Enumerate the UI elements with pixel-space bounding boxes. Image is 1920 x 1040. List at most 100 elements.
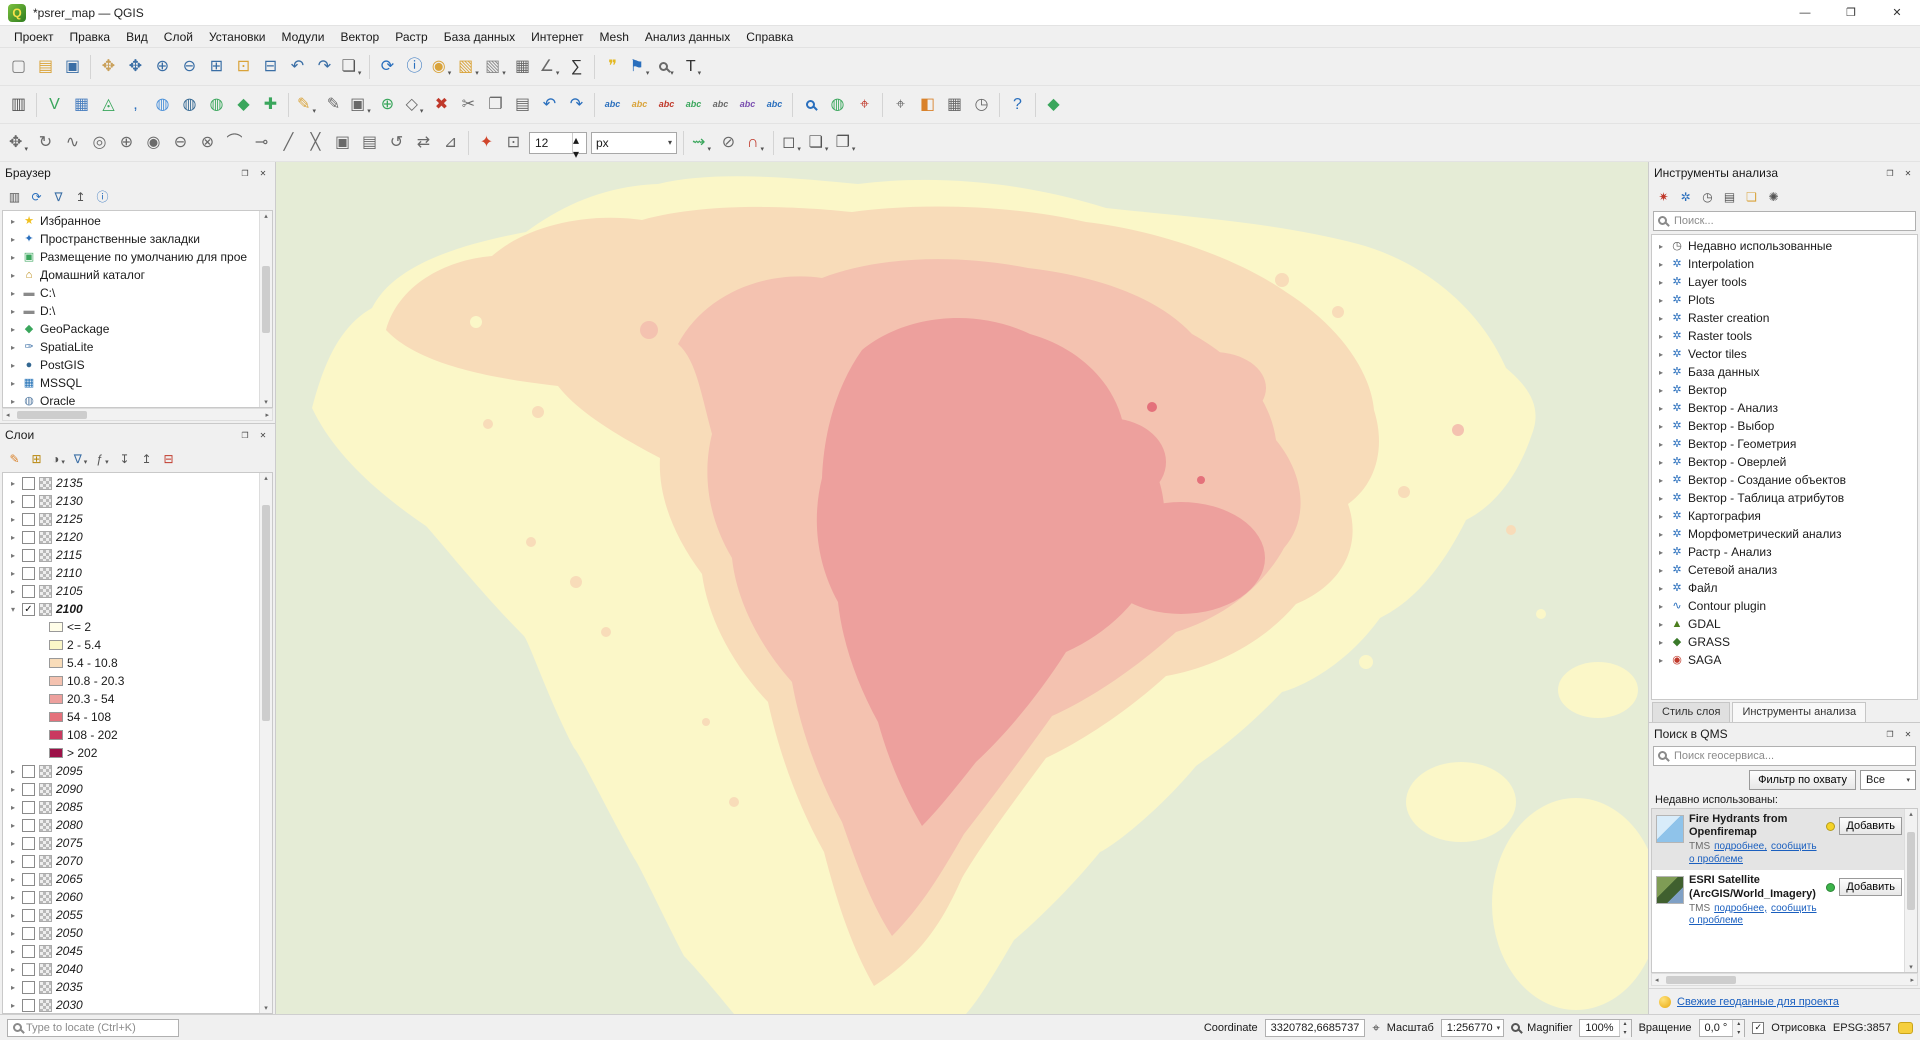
chevron-right-icon[interactable]: ▸ — [1656, 386, 1666, 395]
qms-hscrollbar[interactable]: ◂ ▸ — [1651, 973, 1918, 986]
float-panel-button[interactable]: ❐ — [1883, 727, 1897, 741]
menu-item[interactable]: Mesh — [592, 28, 637, 46]
open-project-button[interactable]: ▤ — [32, 53, 59, 81]
chevron-right-icon[interactable]: ▸ — [1656, 422, 1666, 431]
scroll-right-icon[interactable]: ▸ — [1907, 976, 1917, 984]
new-project-button[interactable]: ▢ — [5, 53, 32, 81]
details-link[interactable]: подробнее, — [1714, 841, 1767, 852]
delete-part-button[interactable]: ⊗ — [194, 129, 221, 157]
chevron-right-icon[interactable]: ▸ — [1656, 440, 1666, 449]
toolbox-group[interactable]: ▸✲Vector tiles — [1652, 345, 1917, 363]
layer-checkbox[interactable] — [22, 891, 35, 904]
open-data-source-manager-button[interactable]: ▥ — [5, 91, 32, 119]
spin-up-icon[interactable]: ▴ — [1620, 1020, 1631, 1029]
help-contents-button[interactable]: ? — [1004, 91, 1031, 119]
browser-item[interactable]: ▸★Избранное — [3, 212, 272, 230]
browser-properties-button[interactable]: ⓘ — [92, 187, 113, 208]
layer-checkbox[interactable] — [22, 945, 35, 958]
toolbox-group[interactable]: ▸✲Растр - Анализ — [1652, 543, 1917, 561]
layer-checkbox[interactable] — [22, 837, 35, 850]
layer-checkbox[interactable] — [22, 873, 35, 886]
text-annotation-button[interactable]: T▾ — [680, 53, 707, 81]
chevron-icon[interactable]: ▸ — [8, 569, 18, 578]
menu-item[interactable]: База данных — [436, 28, 523, 46]
toolbox-group[interactable]: ▸✲Вектор - Оверлей — [1652, 453, 1917, 471]
select-features-button[interactable]: ▧▾ — [455, 53, 482, 81]
chevron-icon[interactable]: ▸ — [8, 929, 18, 938]
add-group-button[interactable]: ⊞ — [26, 449, 47, 470]
add-selected-layers-button[interactable]: ▥ — [4, 187, 25, 208]
save-layer-edits-button[interactable]: ▣▾ — [347, 91, 374, 119]
chevron-icon[interactable]: ▸ — [8, 767, 18, 776]
chevron-right-icon[interactable]: ▸ — [8, 271, 18, 280]
snapping-toggle-button[interactable]: ∩▾ — [742, 129, 769, 157]
scroll-thumb[interactable] — [262, 266, 270, 333]
chevron-icon[interactable]: ▸ — [8, 893, 18, 902]
toolbox-wrench-button[interactable]: ✷ — [1653, 187, 1674, 208]
raster-calculator-button[interactable]: ▦ — [941, 91, 968, 119]
browser-item[interactable]: ▸▬C:\ — [3, 284, 272, 302]
rotation-spin[interactable]: 0,0 ° ▴▾ — [1699, 1019, 1746, 1037]
filter-by-extent-button[interactable]: Фильтр по охвату — [1749, 770, 1856, 790]
layer-checkbox[interactable] — [22, 909, 35, 922]
chevron-icon[interactable]: ▸ — [8, 497, 18, 506]
chevron-right-icon[interactable]: ▸ — [8, 379, 18, 388]
scroll-down-icon[interactable]: ▾ — [1905, 963, 1917, 971]
chevron-right-icon[interactable]: ▸ — [1656, 260, 1666, 269]
layer-labeling-button[interactable]: abc — [599, 91, 626, 119]
layer-checkbox[interactable] — [22, 531, 35, 544]
identify-features-button[interactable]: ⓘ — [401, 53, 428, 81]
layer-item[interactable]: ▸2110 — [3, 564, 272, 582]
layer-checkbox[interactable] — [22, 549, 35, 562]
add-delimited-text-layer-button[interactable]: , — [122, 91, 149, 119]
scroll-up-icon[interactable]: ▴ — [260, 474, 272, 482]
chevron-right-icon[interactable]: ▸ — [8, 289, 18, 298]
layer-item[interactable]: ▸2120 — [3, 528, 272, 546]
browser-item[interactable]: ▸✑SpatiaLite — [3, 338, 272, 356]
qgis-resources-button[interactable]: ◆ — [1040, 91, 1067, 119]
toolbox-group[interactable]: ▸✲Plots — [1652, 291, 1917, 309]
offset-curve-button[interactable]: ⌒ — [221, 129, 248, 157]
layer-labeling-single-button[interactable]: abc — [626, 91, 653, 119]
menu-item[interactable]: Модули — [273, 28, 332, 46]
map-tips-button[interactable]: ❞ — [599, 53, 626, 81]
processing-history-button[interactable]: ◷ — [968, 91, 995, 119]
menu-item[interactable]: Установки — [201, 28, 273, 46]
geocoding-button[interactable]: ⌖ — [851, 91, 878, 119]
collapse-browser-button[interactable]: ↥ — [70, 187, 91, 208]
chevron-icon[interactable]: ▸ — [8, 875, 18, 884]
toolbox-group[interactable]: ▸▲GDAL — [1652, 615, 1917, 633]
chevron-icon[interactable]: ▸ — [8, 839, 18, 848]
chevron-icon[interactable]: ▾ — [8, 605, 18, 614]
open-attribute-table-button[interactable]: ▦ — [509, 53, 536, 81]
open-layer-styling-button[interactable]: ✎ — [4, 449, 25, 470]
chevron-right-icon[interactable]: ▸ — [1656, 512, 1666, 521]
add-part-button[interactable]: ⊕ — [113, 129, 140, 157]
chevron-right-icon[interactable]: ▸ — [8, 397, 18, 406]
spin-down-icon[interactable]: ▾ — [1733, 1029, 1744, 1038]
chevron-icon[interactable]: ▸ — [8, 911, 18, 920]
expand-all-button[interactable]: ↧ — [114, 449, 135, 470]
chevron-right-icon[interactable]: ▸ — [1656, 278, 1666, 287]
layer-checkbox[interactable]: ✓ — [22, 603, 35, 616]
layer-checkbox[interactable] — [22, 999, 35, 1012]
maximize-button[interactable]: ❐ — [1828, 0, 1874, 25]
chevron-right-icon[interactable]: ▸ — [1656, 584, 1666, 593]
chevron-icon[interactable]: ▸ — [8, 587, 18, 596]
chevron-right-icon[interactable]: ▸ — [1656, 602, 1666, 611]
toolbox-group[interactable]: ▸✲Вектор — [1652, 381, 1917, 399]
layer-checkbox[interactable] — [22, 981, 35, 994]
avoid-intersections-button[interactable]: ⊘ — [715, 129, 742, 157]
chevron-right-icon[interactable]: ▸ — [1656, 296, 1666, 305]
layer-item[interactable]: ▸2085 — [3, 798, 272, 816]
pan-map-button[interactable]: ✥ — [95, 53, 122, 81]
scroll-down-icon[interactable]: ▾ — [260, 398, 272, 406]
chevron-icon[interactable]: ▸ — [8, 551, 18, 560]
float-panel-button[interactable]: ❐ — [1883, 166, 1897, 180]
toolbox-group[interactable]: ▸✲Вектор - Геометрия — [1652, 435, 1917, 453]
details-link[interactable]: подробнее, — [1714, 903, 1767, 914]
chevron-right-icon[interactable]: ▸ — [1656, 242, 1666, 251]
split-features-button[interactable]: ╱ — [275, 129, 302, 157]
label-move-button[interactable]: abc — [707, 91, 734, 119]
layer-checkbox[interactable] — [22, 513, 35, 526]
